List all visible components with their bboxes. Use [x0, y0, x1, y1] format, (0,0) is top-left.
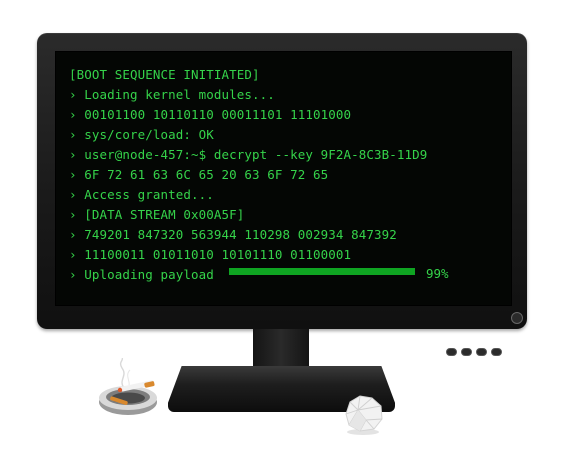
terminal-line-access: › Access granted...	[69, 187, 214, 202]
monitor-button-2[interactable]	[461, 348, 472, 356]
terminal-line-boot: [BOOT SEQUENCE INITIATED]	[69, 67, 260, 82]
ashtray-icon	[99, 358, 157, 415]
upload-progress-value: 99%	[426, 266, 449, 281]
terminal-line-upload: › Uploading payload	[69, 267, 214, 282]
upload-progress-fill	[229, 268, 416, 275]
power-button-icon[interactable]	[511, 312, 523, 324]
monitor-button-1[interactable]	[446, 348, 457, 356]
terminal-line-numbers: › 749201 847320 563944 110298 002934 847…	[69, 227, 397, 242]
terminal-line-binary-2: › 11100011 01011010 10101110 01100001	[69, 247, 352, 262]
monitor-button-4[interactable]	[491, 348, 502, 356]
upload-progress-bar	[229, 268, 417, 275]
crumpled-paper-icon	[345, 395, 383, 435]
monitor-button-3[interactable]	[476, 348, 487, 356]
terminal-line-decrypt-command: › user@node-457:~$ decrypt --key 9F2A-8C…	[69, 147, 428, 162]
terminal-line-data-stream: › [DATA STREAM 0x00A5F]	[69, 207, 245, 222]
terminal-line-hex: › 6F 72 61 63 6C 65 20 63 6F 72 65	[69, 167, 329, 182]
terminal-line-kernel: › Loading kernel modules...	[69, 87, 275, 102]
terminal-line-sys-load: › sys/core/load: OK	[69, 127, 214, 142]
terminal-line-binary-1: › 00101100 10110110 00011101 11101000	[69, 107, 352, 122]
